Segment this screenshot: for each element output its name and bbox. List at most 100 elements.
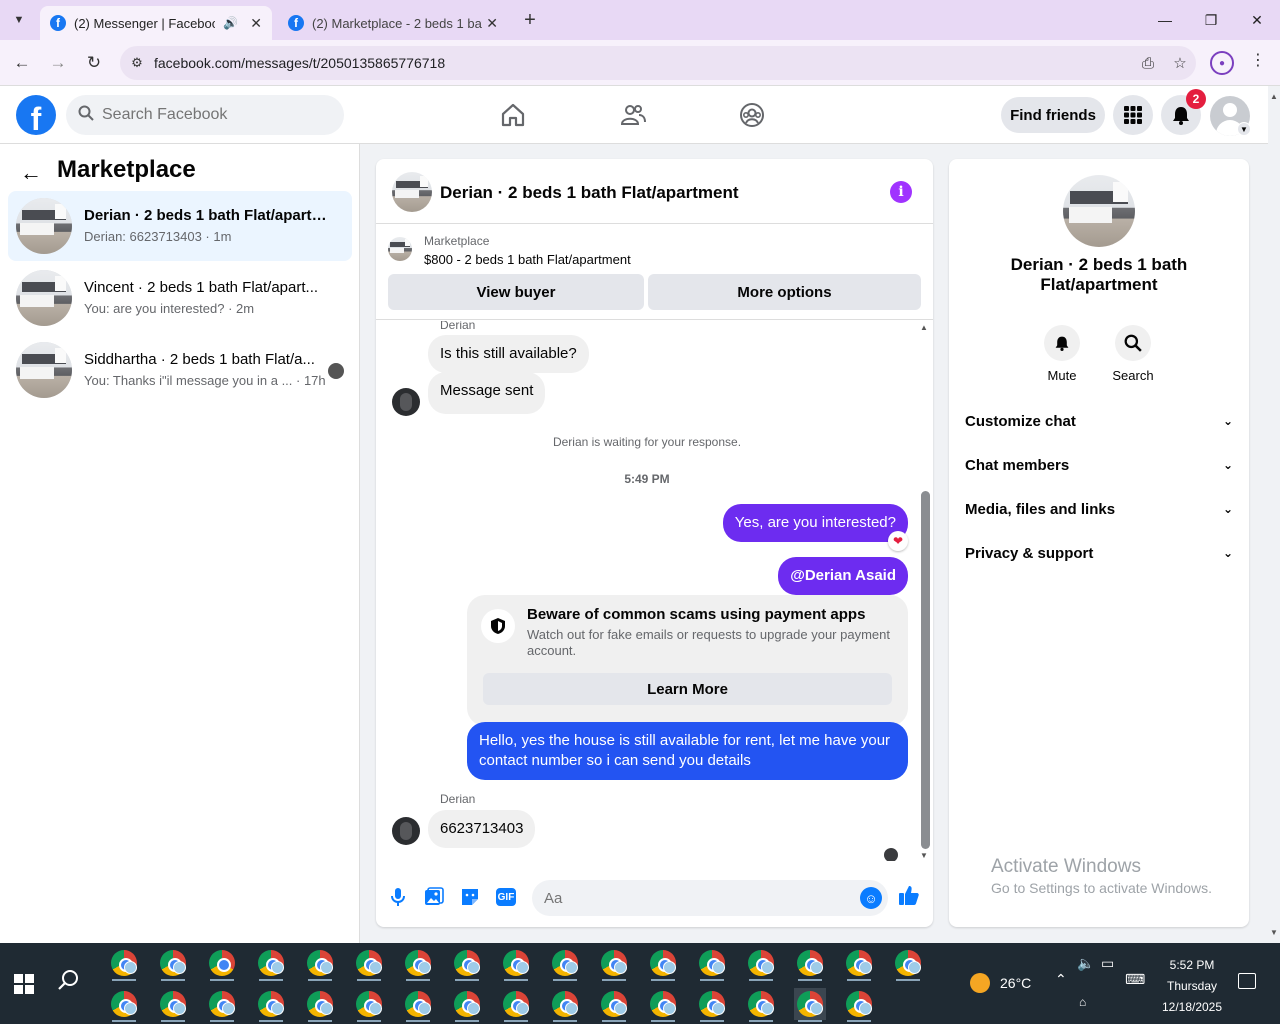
chrome-taskbar-icon[interactable] xyxy=(206,947,238,981)
tab-marketplace[interactable]: f (2) Marketplace - 2 beds 1 bath ✕ xyxy=(278,6,508,40)
system-clock[interactable]: 5:52 PM Thursday 12/18/2025 xyxy=(1152,955,1232,1018)
chrome-taskbar-icon[interactable] xyxy=(500,947,532,981)
chrome-taskbar-icon[interactable] xyxy=(451,947,483,981)
message-incoming[interactable]: Message sent xyxy=(428,372,546,414)
message-outgoing[interactable]: Yes, are you interested? xyxy=(722,504,908,542)
chrome-taskbar-icon[interactable] xyxy=(843,988,875,1022)
close-icon[interactable]: ✕ xyxy=(486,15,498,32)
chrome-taskbar-icon[interactable] xyxy=(843,947,875,981)
avatar[interactable] xyxy=(392,388,420,416)
message-incoming[interactable]: Is this still available? xyxy=(428,335,589,373)
chrome-taskbar-icon[interactable] xyxy=(402,988,434,1022)
conversation-item-siddhartha[interactable]: Siddhartha · 2 beds 1 bath Flat/a... You… xyxy=(8,335,352,405)
address-bar[interactable]: ⚙ facebook.com/messages/t/20501358657767… xyxy=(120,46,1196,80)
page-scroll-down-icon[interactable]: ▼ xyxy=(1268,928,1280,937)
chrome-taskbar-icon[interactable] xyxy=(304,947,336,981)
section-privacy-support[interactable]: Privacy & support ⌄ xyxy=(957,533,1241,573)
url-text[interactable]: facebook.com/messages/t/2050135865776718 xyxy=(154,55,1132,71)
chrome-taskbar-icon[interactable] xyxy=(255,988,287,1022)
chrome-taskbar-icon[interactable] xyxy=(108,988,140,1022)
chevron-down-icon[interactable]: ▼ xyxy=(1237,122,1251,136)
chrome-taskbar-icon[interactable] xyxy=(598,988,630,1022)
chrome-taskbar-icon[interactable] xyxy=(745,947,777,981)
learn-more-button[interactable]: Learn More xyxy=(483,673,892,705)
message-outgoing-mention[interactable]: @Derian Asaid xyxy=(778,557,908,595)
chrome-taskbar-icon[interactable] xyxy=(794,988,826,1022)
search-button[interactable]: Search xyxy=(1103,325,1163,383)
chrome-taskbar-icon[interactable] xyxy=(157,947,189,981)
sticker-icon[interactable] xyxy=(458,885,482,909)
network-icon[interactable]: ▭ xyxy=(1101,955,1114,972)
weather-widget[interactable]: 26°C xyxy=(970,973,1031,993)
facebook-search[interactable] xyxy=(66,95,344,135)
scrollbar-thumb[interactable] xyxy=(921,491,930,849)
chrome-taskbar-icon[interactable] xyxy=(353,988,385,1022)
chrome-taskbar-icon[interactable] xyxy=(304,988,336,1022)
message-incoming[interactable]: 6623713403 xyxy=(428,810,536,848)
section-customize-chat[interactable]: Customize chat ⌄ xyxy=(957,401,1241,441)
conversation-item-derian[interactable]: Derian · 2 beds 1 bath Flat/apartm... De… xyxy=(8,191,352,261)
window-close-icon[interactable]: ✕ xyxy=(1234,6,1280,34)
back-icon[interactable]: ← xyxy=(8,50,36,76)
tab-messenger[interactable]: f (2) Messenger | Facebook 🔊 ✕ xyxy=(40,6,272,40)
listing-thumbnail[interactable] xyxy=(392,172,432,212)
chrome-taskbar-icon[interactable] xyxy=(549,947,581,981)
chrome-taskbar-icon[interactable] xyxy=(696,988,728,1022)
chrome-taskbar-icon[interactable] xyxy=(696,947,728,981)
info-icon[interactable]: i xyxy=(890,181,912,203)
close-icon[interactable]: ✕ xyxy=(250,15,262,32)
chat-scrollbar[interactable]: ▲ ▼ xyxy=(918,321,933,861)
windows-start-icon[interactable] xyxy=(14,974,34,994)
chrome-taskbar-icon[interactable] xyxy=(598,947,630,981)
avatar[interactable] xyxy=(392,817,420,845)
find-friends-button[interactable]: Find friends xyxy=(1001,97,1105,133)
mute-button[interactable]: Mute xyxy=(1032,325,1092,383)
chrome-taskbar-icon[interactable] xyxy=(647,947,679,981)
tab-list-icon[interactable]: ▼ xyxy=(6,8,32,32)
chrome-taskbar-icon[interactable] xyxy=(157,988,189,1022)
search-input[interactable] xyxy=(102,106,322,124)
install-app-icon[interactable]: ⎙ xyxy=(1132,55,1164,72)
section-media-files-links[interactable]: Media, files and links ⌄ xyxy=(957,489,1241,529)
page-scroll-up-icon[interactable]: ▲ xyxy=(1268,92,1280,101)
message-input[interactable] xyxy=(532,880,888,916)
listing-title[interactable]: $800 - 2 beds 1 bath Flat/apartment xyxy=(424,252,631,267)
back-arrow-icon[interactable]: ← xyxy=(20,160,42,186)
profile-icon[interactable]: ● xyxy=(1210,51,1234,75)
search-icon[interactable] xyxy=(58,969,80,997)
chrome-taskbar-icon[interactable] xyxy=(108,947,140,981)
notification-center-icon[interactable] xyxy=(1238,973,1256,989)
chrome-taskbar-icon[interactable] xyxy=(402,947,434,981)
kebab-menu-icon[interactable]: ⋮ xyxy=(1248,50,1268,76)
speaker-icon[interactable]: 🔊 xyxy=(223,16,238,30)
chrome-taskbar-icon[interactable] xyxy=(353,947,385,981)
gif-icon[interactable]: GIF xyxy=(494,885,518,909)
microphone-icon[interactable] xyxy=(386,885,410,909)
keyboard-icon[interactable]: ⌨ xyxy=(1125,971,1145,988)
chrome-taskbar-icon[interactable] xyxy=(500,988,532,1022)
forward-icon[interactable]: → xyxy=(44,50,72,76)
groups-icon[interactable] xyxy=(732,98,772,132)
thumbs-up-icon[interactable] xyxy=(898,884,920,912)
device-icon[interactable]: ⌂ xyxy=(1079,995,1086,1009)
chrome-taskbar-icon[interactable] xyxy=(451,988,483,1022)
site-info-icon[interactable]: ⚙ xyxy=(120,55,154,71)
chrome-taskbar-icon[interactable] xyxy=(255,947,287,981)
menu-grid-icon[interactable] xyxy=(1113,95,1153,135)
new-tab-button[interactable]: + xyxy=(518,8,542,32)
chevron-up-icon[interactable]: ⌃ xyxy=(1055,971,1067,988)
chrome-taskbar-icon[interactable] xyxy=(549,988,581,1022)
volume-icon[interactable]: 🔈 xyxy=(1077,955,1094,972)
chrome-taskbar-icon[interactable] xyxy=(647,988,679,1022)
chrome-taskbar-icon[interactable] xyxy=(745,988,777,1022)
message-outgoing[interactable]: Hello, yes the house is still available … xyxy=(467,722,908,780)
chrome-taskbar-icon[interactable] xyxy=(206,988,238,1022)
listing-thumbnail[interactable] xyxy=(1063,175,1135,247)
scroll-up-icon[interactable]: ▲ xyxy=(920,323,928,332)
section-chat-members[interactable]: Chat members ⌄ xyxy=(957,445,1241,485)
view-buyer-button[interactable]: View buyer xyxy=(388,274,644,310)
gallery-icon[interactable] xyxy=(422,885,446,909)
bookmark-star-icon[interactable]: ☆ xyxy=(1164,54,1196,72)
chrome-taskbar-icon[interactable] xyxy=(794,947,826,981)
chat-title[interactable]: Derian · 2 beds 1 bath Flat/apartment xyxy=(440,183,739,203)
